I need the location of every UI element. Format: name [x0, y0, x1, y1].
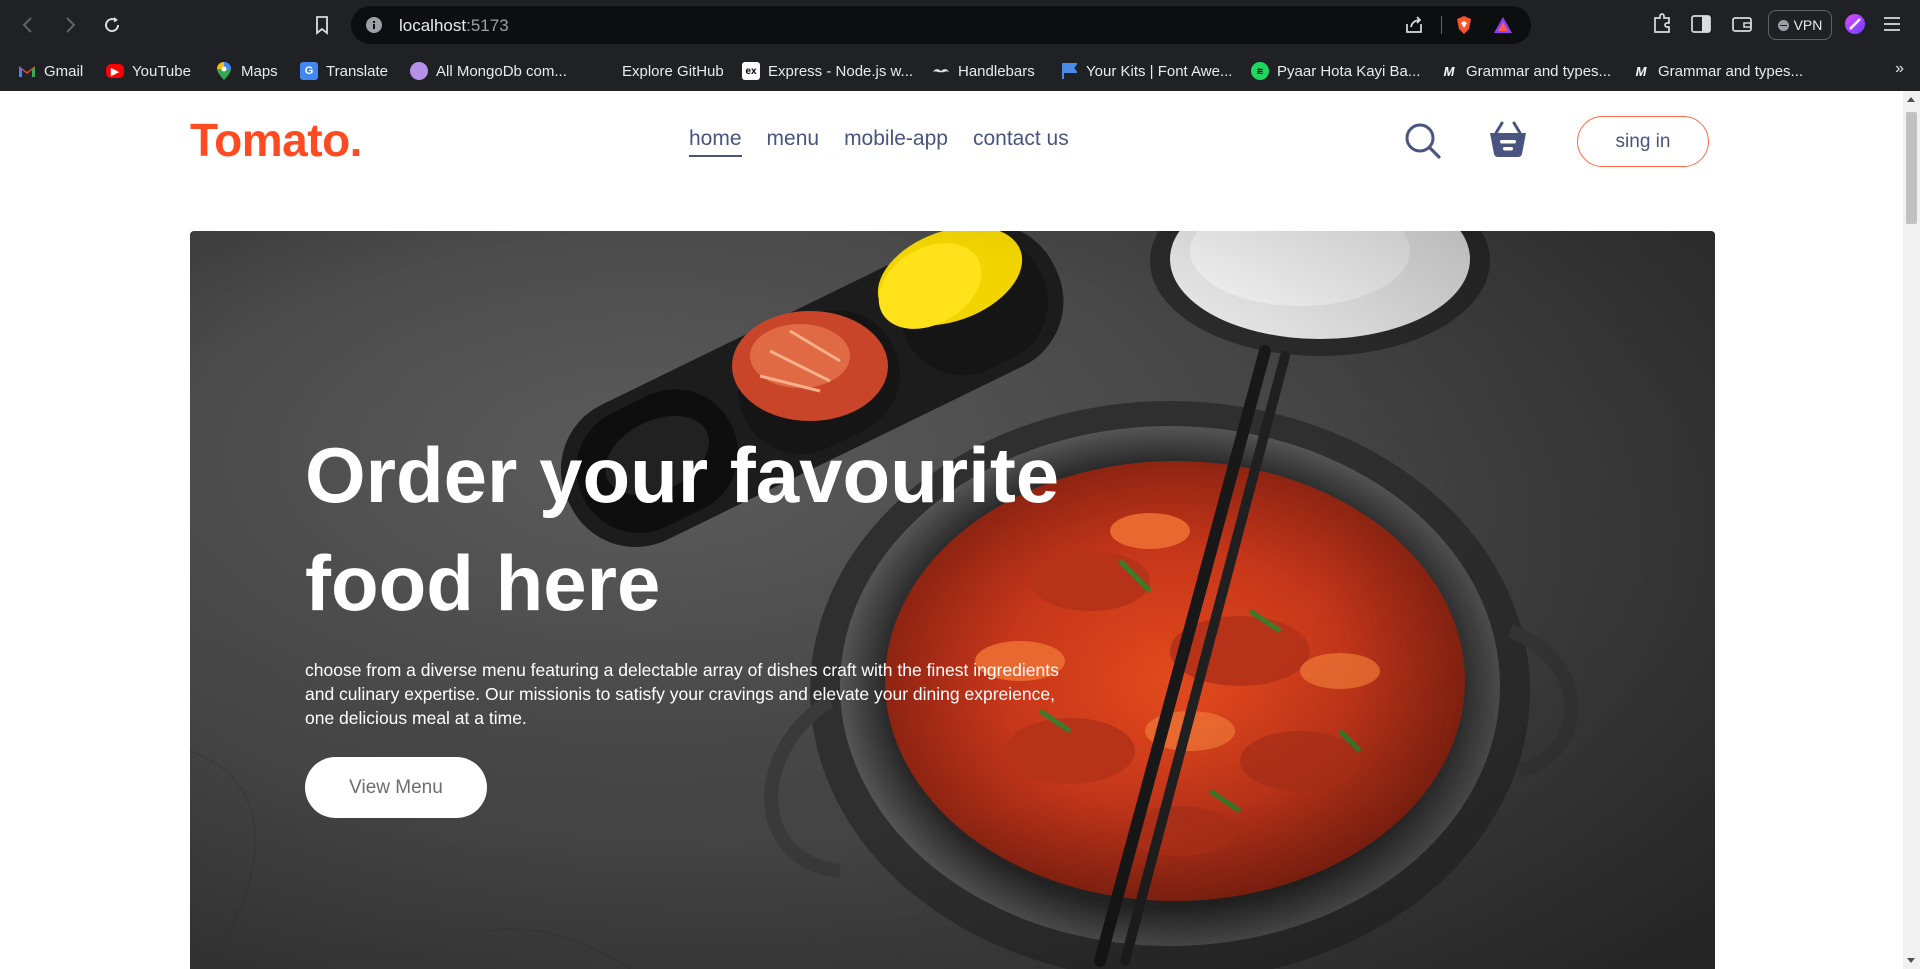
forward-arrow-icon	[66, 17, 76, 33]
page-scrollbar[interactable]	[1903, 91, 1920, 969]
bookmark-grammar-1[interactable]: M Grammar and types...	[1440, 60, 1611, 82]
search-icon[interactable]	[1404, 122, 1442, 160]
back-button[interactable]	[14, 11, 42, 39]
scrollbar-thumb[interactable]	[1906, 112, 1917, 224]
view-menu-button[interactable]: View Menu	[305, 757, 487, 818]
site-info-icon[interactable]	[365, 16, 383, 34]
avatar-icon	[410, 62, 428, 80]
address-bar[interactable]: localhost:5173	[351, 6, 1531, 44]
reload-icon	[105, 17, 120, 33]
express-icon: ex	[742, 62, 760, 80]
reload-button[interactable]	[98, 11, 126, 39]
site-logo[interactable]: Tomato.	[190, 113, 362, 167]
scroll-up-arrow[interactable]	[1907, 97, 1915, 102]
share-icon[interactable]	[1404, 15, 1424, 35]
main-menu-icon[interactable]	[1880, 12, 1904, 36]
nav-mobile-app[interactable]: mobile-app	[844, 127, 948, 157]
forward-button[interactable]	[56, 11, 84, 39]
extensions-icon[interactable]	[1650, 12, 1674, 36]
signin-button[interactable]: sing in	[1577, 116, 1709, 167]
bookmark-youtube[interactable]: ▶ YouTube	[106, 60, 191, 82]
basket-icon[interactable]	[1488, 119, 1528, 159]
browser-toolbar: localhost:5173 VPN	[0, 0, 1920, 50]
bookmark-maps[interactable]: Maps	[215, 60, 278, 82]
vpn-status-icon	[1777, 19, 1789, 31]
handlebars-icon	[932, 62, 950, 80]
m-icon: M	[1443, 63, 1455, 79]
brave-shield-icon[interactable]	[1454, 15, 1474, 35]
bookmark-spotify[interactable]: ≋ Pyaar Hota Kayi Ba...	[1251, 60, 1420, 82]
gmail-icon	[18, 62, 36, 80]
bookmark-page-button[interactable]	[308, 11, 336, 39]
bookmark-github[interactable]: Explore GitHub	[622, 60, 724, 82]
bookmark-translate[interactable]: G Translate	[300, 60, 388, 82]
bookmark-fontawesome[interactable]: Your Kits | Font Awe...	[1060, 60, 1232, 82]
browser-chrome: localhost:5173 VPN Gmail ▶ YouTube Maps …	[0, 0, 1920, 91]
bookmark-express[interactable]: ex Express - Node.js w...	[742, 60, 913, 82]
nav-contact-us[interactable]: contact us	[973, 127, 1069, 157]
hero-title: Order your favourite food here	[305, 431, 1060, 627]
sidebar-toggle-icon[interactable]	[1689, 12, 1713, 36]
bookmark-handlebars[interactable]: Handlebars	[932, 60, 1035, 82]
back-arrow-icon	[22, 17, 32, 33]
fontawesome-icon	[1060, 62, 1078, 80]
nav-menu[interactable]: menu	[767, 127, 820, 157]
bookmarks-bar: Gmail ▶ YouTube Maps G Translate All Mon…	[0, 50, 1920, 91]
scroll-down-arrow[interactable]	[1907, 958, 1915, 963]
maps-icon	[215, 62, 233, 80]
url-text: localhost:5173	[399, 16, 509, 35]
vpn-button[interactable]: VPN	[1768, 10, 1832, 40]
brave-rewards-icon[interactable]	[1493, 15, 1513, 35]
vpn-label: VPN	[1793, 17, 1823, 33]
hero-banner: Order your favourite food here choose fr…	[190, 231, 1715, 969]
bookmark-icon	[316, 16, 328, 35]
profile-avatar-icon[interactable]	[1843, 12, 1867, 36]
bookmark-gmail[interactable]: Gmail	[18, 60, 83, 82]
translate-icon: G	[300, 62, 318, 80]
wallet-icon[interactable]	[1730, 12, 1754, 36]
more-bookmarks-button[interactable]: »	[1895, 60, 1904, 78]
bookmark-mongodb[interactable]: All MongoDb com...	[410, 60, 567, 82]
address-separator	[1441, 16, 1442, 34]
bookmark-grammar-2[interactable]: M Grammar and types...	[1632, 60, 1803, 82]
youtube-icon: ▶	[106, 64, 124, 78]
webpage: Tomato. home menu mobile-app contact us …	[0, 91, 1903, 969]
hero-description: choose from a diverse menu featuring a d…	[305, 660, 1059, 728]
nav-home[interactable]: home	[689, 127, 742, 157]
spotify-icon: ≋	[1251, 62, 1269, 80]
m-icon: M	[1635, 63, 1647, 79]
main-nav: home menu mobile-app contact us	[689, 127, 1069, 157]
